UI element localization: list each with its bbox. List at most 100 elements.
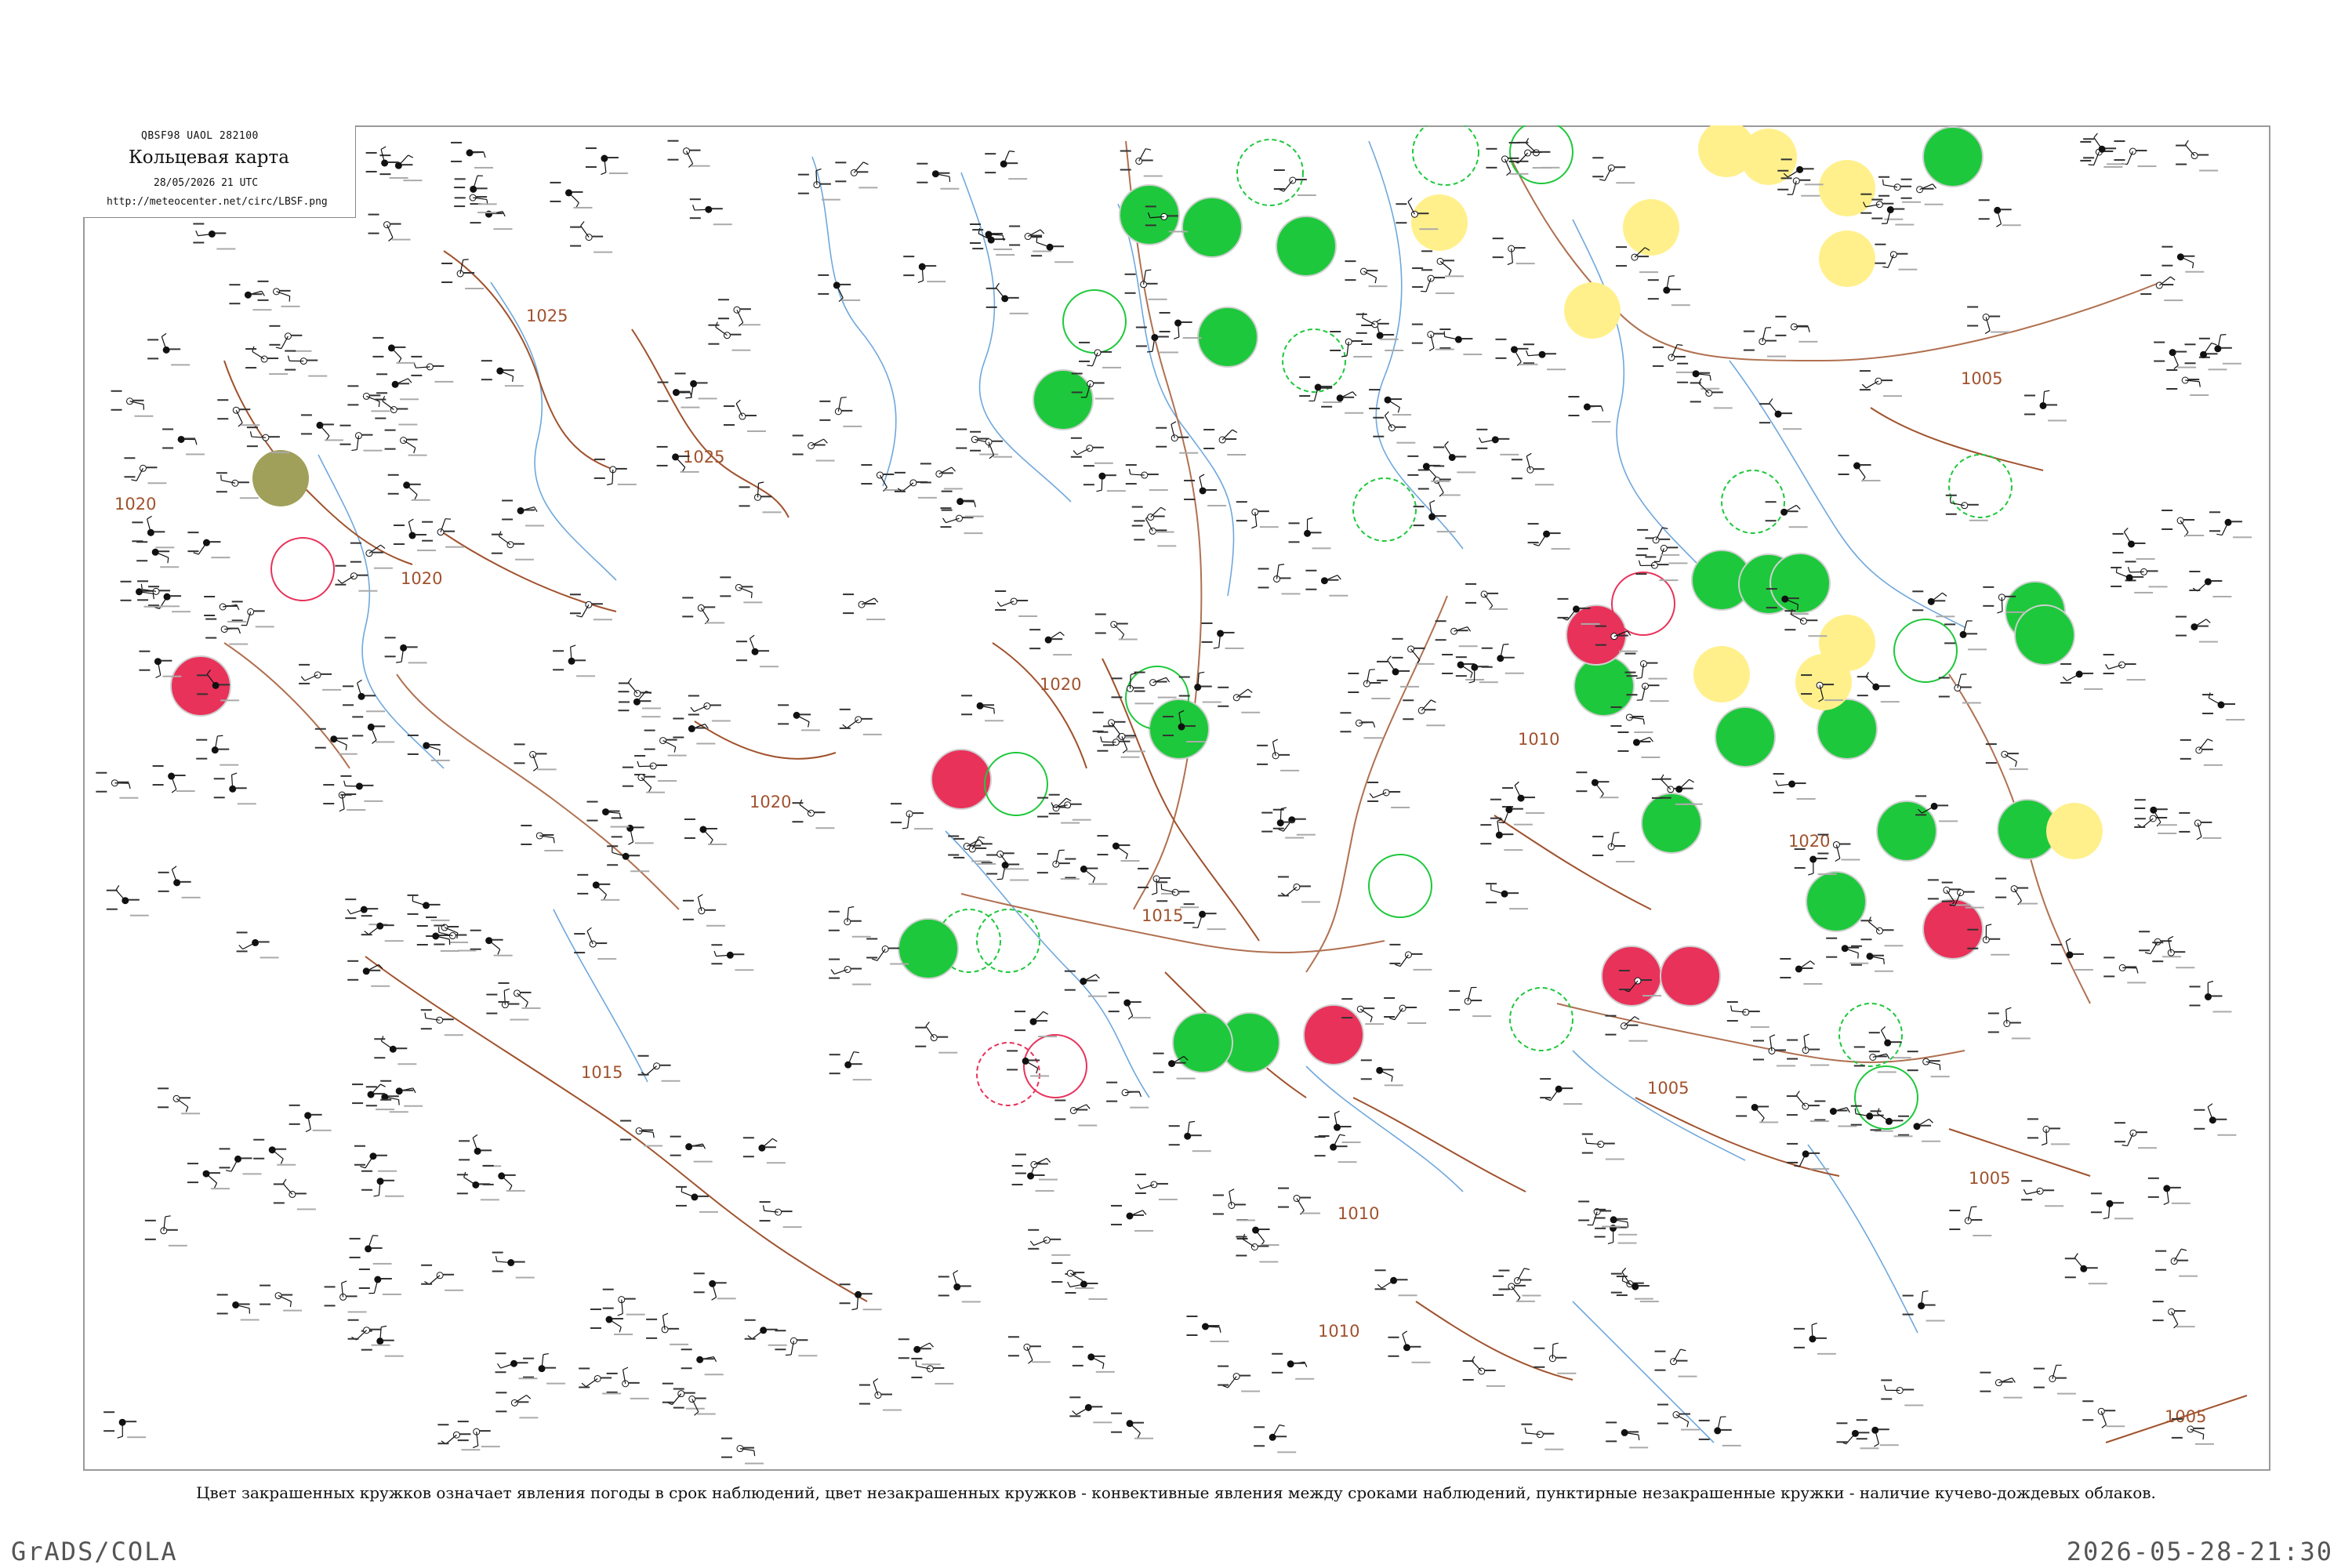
- station-plot: [376, 373, 419, 401]
- station-plot: [1389, 943, 1432, 971]
- convective-ring-red: [1023, 1034, 1087, 1098]
- station-plot: [1690, 378, 1733, 409]
- station-plot: [938, 1269, 981, 1303]
- station-plot: [1277, 1187, 1320, 1215]
- station-plot: [1568, 396, 1611, 423]
- station-plot: [111, 390, 154, 417]
- station-plot: [1236, 1219, 1279, 1247]
- station-plot: [792, 434, 835, 462]
- station-plot: [1698, 1416, 1741, 1446]
- station-plot: [1836, 1422, 1879, 1450]
- isobar-label: 1020: [401, 569, 442, 588]
- station-plot: [961, 695, 1004, 722]
- isobar-label: 1010: [1338, 1204, 1379, 1223]
- station-plot: [236, 931, 279, 959]
- station-plot: [689, 198, 732, 226]
- station-plot: [2152, 1301, 2195, 1329]
- station-plot: [421, 1264, 464, 1291]
- station-plot: [2103, 654, 2146, 681]
- station-plot: [2024, 390, 2067, 422]
- station-plot: [1094, 613, 1138, 641]
- station-plot: [1345, 260, 1388, 288]
- station-plot: [1476, 428, 1519, 456]
- weather-circle-green: [1769, 553, 1831, 614]
- isobar-label: 1015: [1142, 906, 1183, 925]
- station-plot: [891, 803, 934, 830]
- station-plot: [916, 162, 960, 190]
- station-plot: [1007, 1050, 1050, 1077]
- station-plot: [314, 728, 358, 755]
- station-plot: [792, 799, 835, 829]
- station-plot: [193, 223, 236, 250]
- station-plot: [96, 771, 139, 799]
- station-plot: [736, 634, 779, 668]
- map-title-box: QBSF98 UAOL 282100 Кольцевая карта 28/05…: [83, 125, 356, 218]
- station-plot: [1014, 1153, 1058, 1181]
- station-plot: [368, 213, 411, 241]
- weather-circle-red: [931, 749, 992, 810]
- station-plot: [1814, 1100, 1857, 1127]
- weather-circle-green: [1033, 369, 1094, 430]
- station-plot: [229, 284, 272, 311]
- station-plot: [407, 734, 450, 761]
- station-plot: [1592, 832, 1635, 863]
- station-plot: [553, 644, 596, 677]
- weather-circle-red: [1660, 946, 1721, 1007]
- isobar-label: 1020: [114, 495, 156, 514]
- station-plot: [2021, 1180, 2064, 1207]
- isobar-label: 1015: [581, 1063, 622, 1082]
- station-plot: [682, 597, 725, 625]
- station-plot: [437, 1424, 481, 1451]
- station-plot: [1860, 916, 1904, 947]
- station-plot: [970, 223, 1013, 251]
- station-plot: [136, 541, 180, 568]
- weather-circle-green: [1276, 216, 1337, 277]
- station-plot: [1064, 970, 1107, 997]
- cb-ring: [1236, 139, 1304, 206]
- station-plot: [124, 457, 167, 485]
- convective-ring: [1062, 289, 1127, 354]
- station-plot: [1108, 992, 1151, 1020]
- station-plot: [1403, 699, 1446, 727]
- station-plot: [579, 1367, 622, 1395]
- station-plot: [1652, 343, 1695, 373]
- weather-circle-green: [2014, 604, 2075, 666]
- station-plot: [1881, 1379, 1924, 1406]
- station-plot: [216, 1294, 260, 1321]
- station-plot: [739, 481, 782, 514]
- source-url: http://meteocenter.net/circ/LBSF.png: [107, 196, 328, 208]
- station-plot: [1377, 655, 1420, 688]
- station-plot: [420, 1009, 463, 1036]
- station-plot: [260, 1284, 303, 1312]
- isobar-label: 1025: [683, 448, 724, 466]
- station-plot: [422, 518, 465, 548]
- station-plot: [550, 181, 593, 209]
- station-plot: [2147, 1177, 2190, 1205]
- isobar-label: 1005: [1961, 369, 2002, 388]
- station-plot: [688, 695, 731, 722]
- weather-circle-yellow: [1819, 160, 1875, 216]
- cb-ring: [976, 909, 1040, 973]
- station-plot: [451, 141, 494, 169]
- weather-circle-yellow: [1795, 654, 1852, 710]
- station-plot: [1576, 771, 1619, 799]
- station-plot: [1875, 243, 1918, 270]
- station-plot: [720, 1437, 764, 1465]
- station-plot: [358, 1269, 401, 1296]
- station-plot: [187, 1163, 230, 1190]
- station-plot: [1212, 1189, 1255, 1221]
- station-plot: [940, 507, 983, 535]
- station-plot: [2198, 334, 2241, 365]
- station-plot: [1014, 1011, 1058, 1038]
- weather-circle-green: [1181, 197, 1243, 258]
- station-plot: [723, 399, 766, 433]
- station-plot: [1850, 945, 1893, 972]
- weather-circle-green: [1922, 126, 1984, 187]
- station-plot: [1065, 1273, 1108, 1301]
- convective-ring: [984, 752, 1048, 816]
- station-plot: [103, 1411, 147, 1439]
- station-plot: [1465, 583, 1508, 611]
- station-plot: [1765, 501, 1808, 528]
- station-plot: [2114, 140, 2157, 168]
- station-plot: [861, 464, 904, 492]
